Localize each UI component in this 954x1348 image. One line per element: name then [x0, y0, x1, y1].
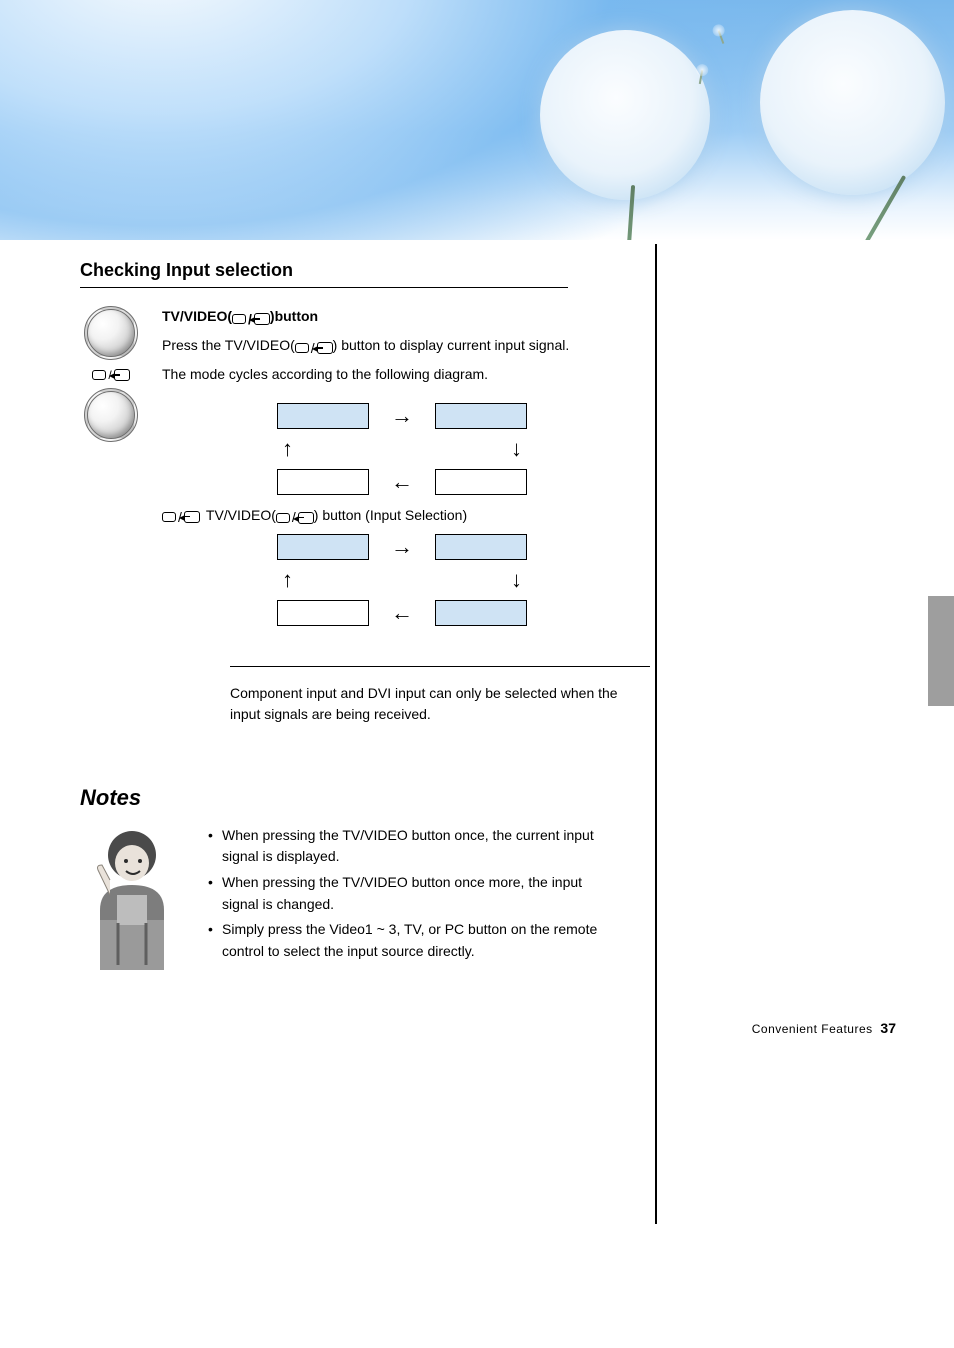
footer-section-label: Convenient Features — [752, 1022, 873, 1036]
notes-item: When pressing the TV/VIDEO button once, … — [208, 825, 600, 868]
arrow-right-icon: → — [391, 405, 413, 427]
arrow-right-icon: → — [391, 536, 413, 558]
instruction-text: TV/VIDEO(/)button Press the TV/VIDEO(/) … — [162, 306, 582, 636]
diagram-box — [277, 534, 369, 560]
arrow-left-icon: ← — [391, 471, 413, 493]
section-title: Checking Input selection — [80, 260, 568, 288]
page-footer: Convenient Features 37 — [752, 1020, 896, 1036]
page-number: 37 — [880, 1020, 896, 1036]
rect-arrow-icon — [254, 313, 270, 325]
round-button-top-icon — [84, 306, 138, 360]
arrow-up-icon: ↑ — [282, 564, 293, 596]
header-banner — [0, 0, 954, 240]
notes-heading: Notes — [80, 785, 600, 811]
button-illustration-column: / — [80, 306, 142, 442]
dandelion-right — [760, 10, 945, 195]
diagram-box — [277, 600, 369, 626]
diagram-box — [435, 403, 527, 429]
closing-note: Component input and DVI input can only b… — [230, 683, 650, 725]
notes-item: Simply press the Video1 ~ 3, TV, or PC b… — [208, 919, 600, 962]
arrow-left-icon: ← — [391, 602, 413, 624]
arrow-down-icon: ↓ — [511, 564, 522, 596]
dandelion-left — [540, 30, 710, 200]
rect-arrow-icon — [317, 342, 333, 354]
rect-icon — [92, 370, 106, 380]
rect-icon — [276, 513, 290, 523]
notes-section: Notes When pressing the TV/VIDEO button … — [80, 785, 600, 975]
rect-icon — [295, 343, 309, 353]
tv-video-glyph-label: / — [92, 368, 129, 382]
diagram-box — [435, 534, 527, 560]
page-content: Checking Input selection / TV/VIDEO(/)bu… — [0, 240, 954, 1015]
rect-arrow-icon — [114, 369, 130, 381]
rect-icon — [232, 314, 246, 324]
arrow-up-icon: ↑ — [282, 433, 293, 465]
closing-divider — [230, 666, 650, 667]
diagram-2-label: / TV/VIDEO(/) button (Input Selection) — [162, 505, 582, 528]
diagram-box — [435, 600, 527, 626]
round-button-bottom-icon — [84, 388, 138, 442]
cycle-diagram-1: → ↑ ↓ ← — [232, 403, 572, 495]
rect-icon — [162, 512, 176, 522]
notes-list: When pressing the TV/VIDEO button once, … — [208, 825, 600, 967]
diagram-box — [435, 469, 527, 495]
notes-item: When pressing the TV/VIDEO button once m… — [208, 872, 600, 915]
rect-arrow-icon — [298, 512, 314, 524]
person-illustration-icon — [80, 825, 190, 975]
cycle-diagram-2: → ↑ ↓ ← — [232, 534, 572, 626]
diagram-box — [277, 403, 369, 429]
arrow-down-icon: ↓ — [511, 433, 522, 465]
rect-arrow-icon — [184, 511, 200, 523]
diagram-box — [277, 469, 369, 495]
